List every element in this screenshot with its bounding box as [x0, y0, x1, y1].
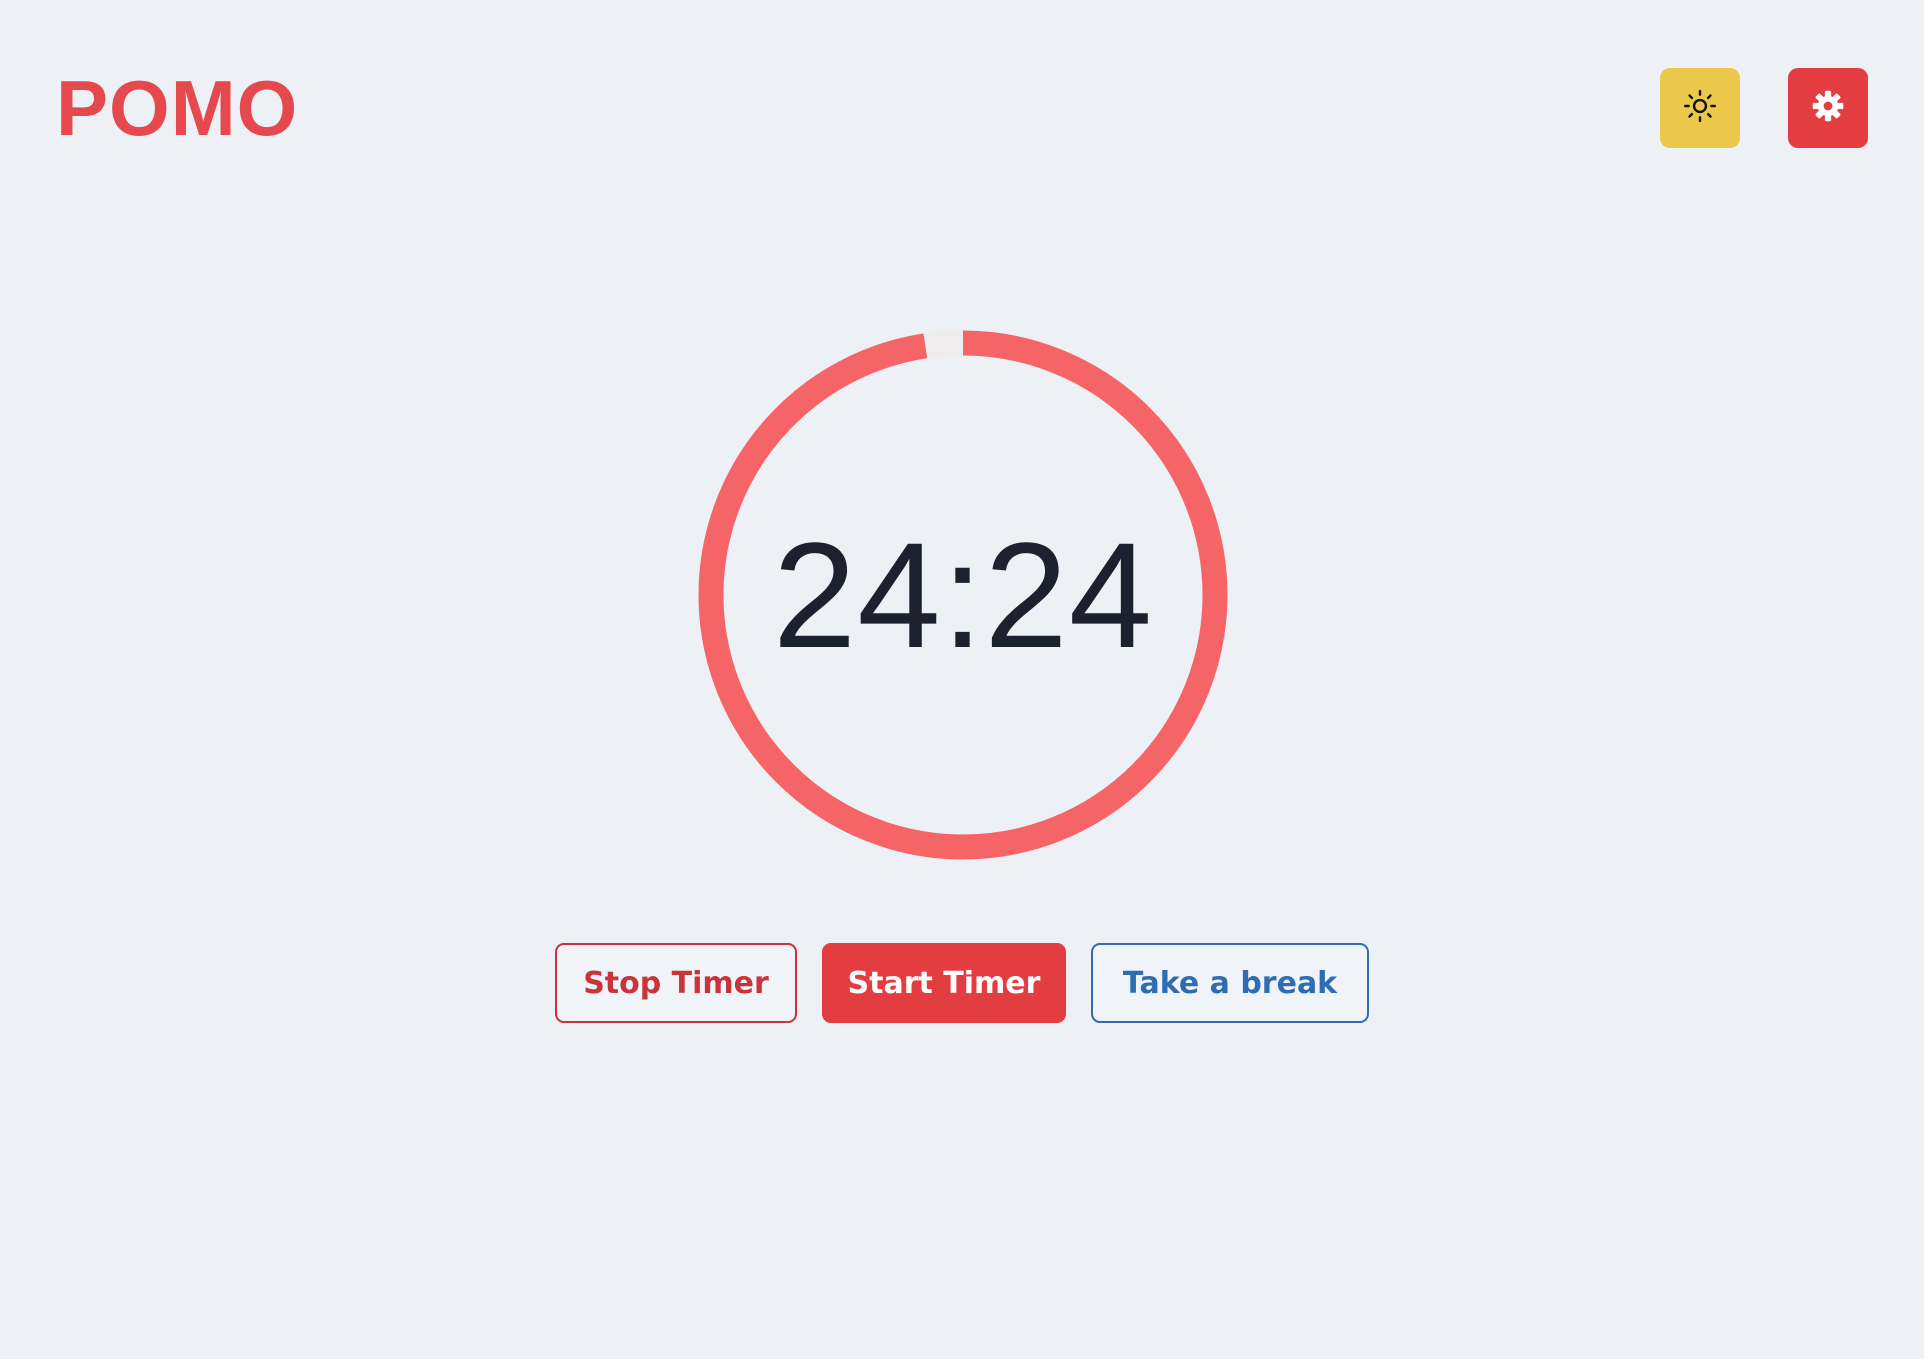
take-break-button[interactable]: Take a break — [1091, 943, 1369, 1023]
timer-controls: Stop Timer Start Timer Take a break — [0, 943, 1924, 1023]
pomodoro-app: POMO 24:24 Stop Timer Start Timer Take a… — [0, 0, 1924, 1359]
theme-toggle-button[interactable] — [1660, 68, 1740, 148]
sun-icon — [1683, 89, 1717, 128]
timer-ring: 24:24 — [697, 329, 1229, 861]
start-timer-button[interactable]: Start Timer — [822, 943, 1066, 1023]
app-logo: POMO — [56, 64, 299, 152]
timer-display: 24:24 — [772, 510, 1154, 679]
settings-button[interactable] — [1788, 68, 1868, 148]
gear-icon — [1811, 89, 1845, 128]
stop-timer-button[interactable]: Stop Timer — [555, 943, 797, 1023]
